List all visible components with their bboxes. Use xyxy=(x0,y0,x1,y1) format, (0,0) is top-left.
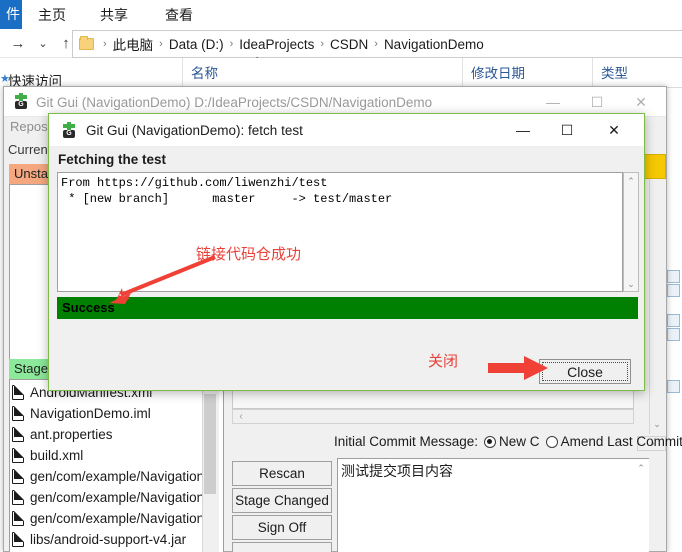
focus-ring xyxy=(542,362,628,381)
history-dropdown-icon[interactable]: ⌄ xyxy=(33,34,53,54)
stage-changed-button[interactable]: Stage Changed xyxy=(232,488,332,513)
maximize-icon[interactable]: ☐ xyxy=(545,114,589,146)
list-item[interactable] xyxy=(667,270,682,284)
minimize-icon[interactable]: — xyxy=(501,114,545,146)
amend-last-commit-radio[interactable] xyxy=(545,436,558,448)
list-item[interactable] xyxy=(667,380,682,394)
annotation-close: 关闭 xyxy=(428,353,459,370)
breadcrumb-separator: › xyxy=(374,38,378,50)
status-banner: Success xyxy=(57,297,638,319)
file-icon xyxy=(667,314,680,327)
list-item-label: gen/com/example/Navigation xyxy=(30,469,205,484)
column-header-name[interactable]: 名称 xyxy=(182,58,462,88)
commit-message-input[interactable]: 测试提交项目内容 xyxy=(337,458,649,552)
list-item[interactable]: gen/com/example/Navigation xyxy=(12,487,204,508)
scroll-left-icon[interactable]: ‹ xyxy=(234,410,248,423)
rescan-button[interactable]: Rescan xyxy=(232,461,332,486)
file-icon xyxy=(12,490,24,505)
column-header-date-modified[interactable]: 修改日期 xyxy=(462,58,592,88)
list-item-label: NavigationDemo.iml xyxy=(30,406,151,421)
list-item-label: ant.properties xyxy=(30,427,113,442)
commit-message-label: Initial Commit Message: New C Amend Last C… xyxy=(334,434,682,449)
fetch-console-output: From https://github.com/liwenzhi/test * … xyxy=(57,172,623,292)
close-button[interactable]: Close xyxy=(539,359,631,384)
breadcrumb-item-csdn[interactable]: CSDN xyxy=(330,37,368,52)
annotation-link-success: 链接代码仓成功 xyxy=(196,246,302,263)
scroll-up-icon[interactable]: ⌃ xyxy=(624,174,638,188)
tab-share[interactable]: 共享 xyxy=(92,0,136,29)
column-header-type[interactable]: 类型 xyxy=(592,58,682,88)
commit-button[interactable] xyxy=(232,542,332,552)
sign-off-button[interactable]: Sign Off xyxy=(232,515,332,540)
breadcrumb-item-data-d[interactable]: Data (D:) xyxy=(169,37,224,52)
current-branch-label: Current xyxy=(8,142,52,157)
list-item[interactable]: NavigationDemo.iml xyxy=(12,403,151,424)
file-icon xyxy=(12,469,24,484)
ribbon-tab-bar: 件 主页 共享 查看 xyxy=(0,0,682,30)
scroll-down-icon[interactable]: ⌄ xyxy=(624,277,638,291)
breadcrumb-separator: › xyxy=(320,38,324,50)
tab-home[interactable]: 主页 xyxy=(30,0,74,29)
file-icon xyxy=(12,532,24,547)
dialog-title-bar[interactable]: G Git Gui (NavigationDemo): fetch test —… xyxy=(49,114,644,147)
dialog-title-text: Git Gui (NavigationDemo): fetch test xyxy=(86,123,303,138)
list-item-label: gen/com/example/Navigation xyxy=(30,511,205,526)
staged-file-list[interactable]: AndroidManifest.xml NavigationDemo.iml a… xyxy=(9,379,224,552)
staged-list-vertical-scrollbar[interactable]: ⌃ xyxy=(202,380,219,552)
commit-message-scrollbar[interactable]: ⌃ xyxy=(634,459,649,552)
column-header-row: 名称 修改日期 类型 xyxy=(182,58,682,88)
file-icon xyxy=(667,328,680,341)
commit-message-label-text: Initial Commit Message: xyxy=(334,434,479,449)
minimize-icon[interactable]: — xyxy=(531,87,575,116)
amend-last-commit-label: Amend Last Commit xyxy=(560,434,682,449)
list-item-label: gen/com/example/Navigation xyxy=(30,490,205,505)
file-icon xyxy=(12,427,24,442)
list-item-label: libs/android-support-v4.jar xyxy=(30,532,187,547)
list-item-label: build.xml xyxy=(30,448,84,463)
scrollbar-thumb[interactable] xyxy=(204,394,216,494)
breadcrumb-item-ideaprojects[interactable]: IdeaProjects xyxy=(239,37,314,52)
breadcrumb-separator: › xyxy=(229,38,234,50)
file-icon xyxy=(667,380,680,393)
list-item[interactable] xyxy=(667,328,682,342)
diff-horizontal-scrollbar[interactable]: ‹ xyxy=(232,409,634,424)
list-item[interactable] xyxy=(667,284,682,298)
file-icon xyxy=(12,448,24,463)
close-icon[interactable]: ✕ xyxy=(592,114,636,146)
console-vertical-scrollbar[interactable]: ⌃ ⌄ xyxy=(623,172,639,292)
new-commit-label: New C xyxy=(499,434,540,449)
menu-repository[interactable]: Repos xyxy=(10,119,48,134)
commit-message-text: 测试提交项目内容 xyxy=(341,463,453,479)
breadcrumb[interactable]: › 此电脑 › Data (D:) › IdeaProjects › CSDN … xyxy=(72,30,682,58)
close-icon[interactable]: ✕ xyxy=(619,87,663,116)
list-item[interactable]: gen/com/example/Navigation xyxy=(12,508,204,529)
breadcrumb-item-this-pc[interactable]: 此电脑 xyxy=(113,34,154,54)
star-icon: ★ xyxy=(0,73,10,85)
forward-icon[interactable]: → xyxy=(8,34,28,54)
file-icon xyxy=(667,270,680,283)
folder-icon xyxy=(79,36,94,50)
file-icon xyxy=(12,511,24,526)
tab-file[interactable]: 件 xyxy=(0,0,22,29)
fetch-dialog: G Git Gui (NavigationDemo): fetch test —… xyxy=(48,113,645,391)
list-item[interactable] xyxy=(667,314,682,328)
breadcrumb-item-navigationdemo[interactable]: NavigationDemo xyxy=(384,37,484,52)
diff-vertical-scrollbar[interactable]: ⌃ ⌄ xyxy=(649,159,666,434)
scroll-down-icon[interactable]: ⌄ xyxy=(650,417,664,431)
new-commit-radio[interactable] xyxy=(484,436,497,448)
breadcrumb-separator: › xyxy=(103,38,107,50)
list-item[interactable]: ant.properties xyxy=(12,424,113,445)
list-item[interactable]: gen/com/example/Navigation xyxy=(12,466,204,487)
maximize-icon[interactable]: ☐ xyxy=(575,87,619,116)
file-icon xyxy=(667,284,680,297)
dialog-heading: Fetching the test xyxy=(58,152,167,167)
list-item[interactable]: build.xml xyxy=(12,445,83,466)
file-icon xyxy=(12,406,24,421)
breadcrumb-separator: › xyxy=(159,38,163,50)
file-icon xyxy=(12,385,24,400)
screenshot-root: 件 主页 共享 查看 → ⌄ ↑ › 此电脑 › Data (D:) › Ide… xyxy=(0,0,682,552)
scroll-up-icon[interactable]: ⌃ xyxy=(634,461,648,475)
list-item[interactable]: libs/android-support-v4.jar xyxy=(12,529,186,550)
tab-view[interactable]: 查看 xyxy=(157,0,201,29)
